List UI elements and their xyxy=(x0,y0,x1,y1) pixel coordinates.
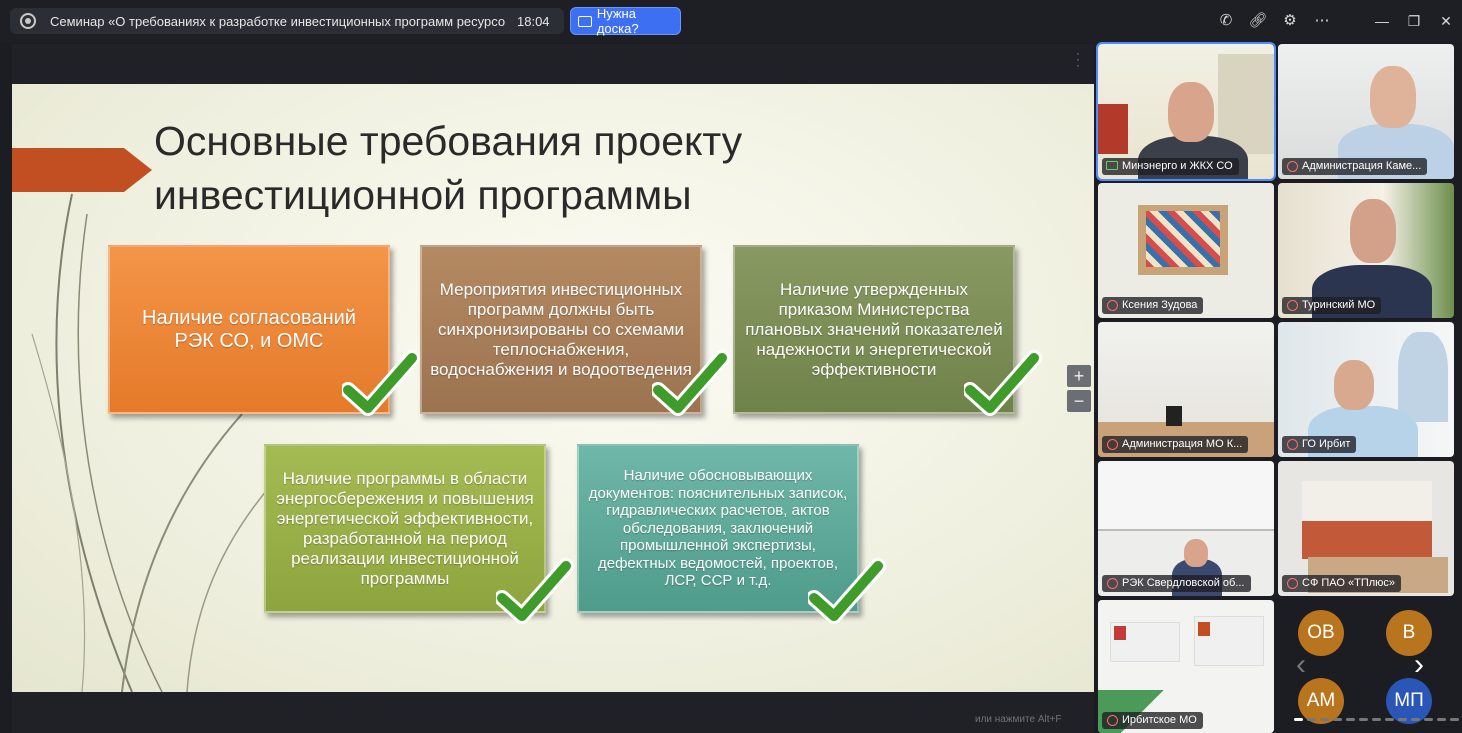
fullscreen-hint: или нажмите Alt+F xyxy=(975,714,1062,725)
checkmark-icon xyxy=(652,350,730,416)
more-icon[interactable]: ⋯ xyxy=(1306,10,1338,32)
gear-icon[interactable]: ⚙ xyxy=(1274,10,1306,32)
whiteboard-button[interactable]: Нужна доска? xyxy=(570,6,681,36)
whiteboard-button-label: Нужна доска? xyxy=(596,6,639,36)
app-logo-icon xyxy=(20,13,36,29)
title-bar: Семинар «О требованиях к разработке инве… xyxy=(0,0,1462,42)
participant-label: Туринский МО xyxy=(1282,297,1382,314)
mic-muted-icon xyxy=(1107,578,1118,589)
participant-name: Ксения Зудова xyxy=(1122,299,1198,311)
shared-slide: Основные требования проекту инвестиционн… xyxy=(12,84,1094,692)
participant-label: Ксения Зудова xyxy=(1102,297,1204,314)
participant-label: РЭК Свердловской об... xyxy=(1102,575,1251,592)
participant-name: Администрация МО К... xyxy=(1122,438,1243,450)
participant-label: ГО Ирбит xyxy=(1282,436,1357,453)
mic-muted-icon xyxy=(1287,578,1298,589)
participant-tile[interactable]: СФ ПАО «ТПлюс» xyxy=(1278,461,1454,596)
meeting-title: Семинар «О требованиях к разработке инве… xyxy=(50,13,505,29)
screen-share-icon xyxy=(1106,161,1118,170)
slide-title-line2: инвестиционной программы xyxy=(154,172,692,218)
mic-muted-icon xyxy=(1287,300,1298,311)
participant-tile[interactable]: Туринский МО xyxy=(1278,183,1454,318)
participant-tile[interactable]: Ирбитское МО xyxy=(1098,600,1274,733)
avatar[interactable]: В xyxy=(1386,610,1432,656)
participant-label: Ирбитское МО xyxy=(1102,712,1203,729)
participant-name: ГО Ирбит xyxy=(1302,438,1351,450)
stage-menu-icon[interactable]: · · · xyxy=(1076,47,1080,71)
meeting-timer: 18:04 xyxy=(517,13,550,29)
participant-name: РЭК Свердловской об... xyxy=(1122,577,1245,589)
next-page-icon[interactable]: › xyxy=(1414,648,1424,682)
mic-muted-icon xyxy=(1287,439,1298,450)
requirement-text-1: Наличие согласований РЭК СО, и ОМС xyxy=(142,306,356,352)
participant-name: Администрация Каме... xyxy=(1302,160,1422,172)
close-icon[interactable]: ✕ xyxy=(1430,10,1462,32)
checkmark-icon xyxy=(808,558,886,624)
minimize-icon[interactable]: — xyxy=(1366,10,1398,32)
participant-tile[interactable]: Ксения Зудова xyxy=(1098,183,1274,318)
checkmark-icon xyxy=(342,350,420,416)
mic-muted-icon xyxy=(1107,439,1118,450)
stage-footer xyxy=(12,692,1094,733)
title-arrow-band xyxy=(12,148,152,192)
slide-title: Основные требования проекту инвестиционн… xyxy=(154,114,914,222)
whiteboard-icon xyxy=(578,15,592,27)
mic-muted-icon xyxy=(1107,715,1118,726)
participant-name: Ирбитское МО xyxy=(1122,714,1197,726)
mic-muted-icon xyxy=(1287,161,1298,172)
page-indicator xyxy=(1294,718,1459,721)
phone-icon[interactable]: ✆ xyxy=(1210,10,1242,32)
participant-tile[interactable]: Минэнерго и ЖКХ СО xyxy=(1096,42,1276,181)
participant-tile[interactable]: Администрация МО К... xyxy=(1098,322,1274,457)
participant-label: Минэнерго и ЖКХ СО xyxy=(1102,158,1239,175)
participant-name: СФ ПАО «ТПлюс» xyxy=(1302,577,1396,589)
link-icon[interactable]: 🔗︎ xyxy=(1242,10,1274,32)
restore-icon[interactable]: ❐ xyxy=(1398,10,1430,32)
checkmark-icon xyxy=(496,558,574,624)
participant-name: Туринский МО xyxy=(1302,299,1376,311)
participant-tile[interactable]: ГО Ирбит xyxy=(1278,322,1454,457)
participant-label: Администрация Каме... xyxy=(1282,158,1428,175)
participant-label: Администрация МО К... xyxy=(1102,436,1249,453)
stage-header xyxy=(12,44,1094,84)
mic-muted-icon xyxy=(1107,300,1118,311)
zoom-out-button[interactable]: − xyxy=(1067,390,1091,412)
zoom-in-button[interactable]: + xyxy=(1067,365,1091,387)
meeting-title-pill[interactable]: Семинар «О требованиях к разработке инве… xyxy=(10,8,564,34)
prev-page-icon[interactable]: ‹ xyxy=(1296,648,1306,682)
participant-tile[interactable]: РЭК Свердловской об... xyxy=(1098,461,1274,596)
checkmark-icon xyxy=(964,350,1042,416)
participant-name: Минэнерго и ЖКХ СО xyxy=(1122,160,1233,172)
slide-title-line1: Основные требования проекту xyxy=(154,118,743,164)
participant-label: СФ ПАО «ТПлюс» xyxy=(1282,575,1402,592)
participant-tile[interactable]: Администрация Каме... xyxy=(1278,44,1454,179)
